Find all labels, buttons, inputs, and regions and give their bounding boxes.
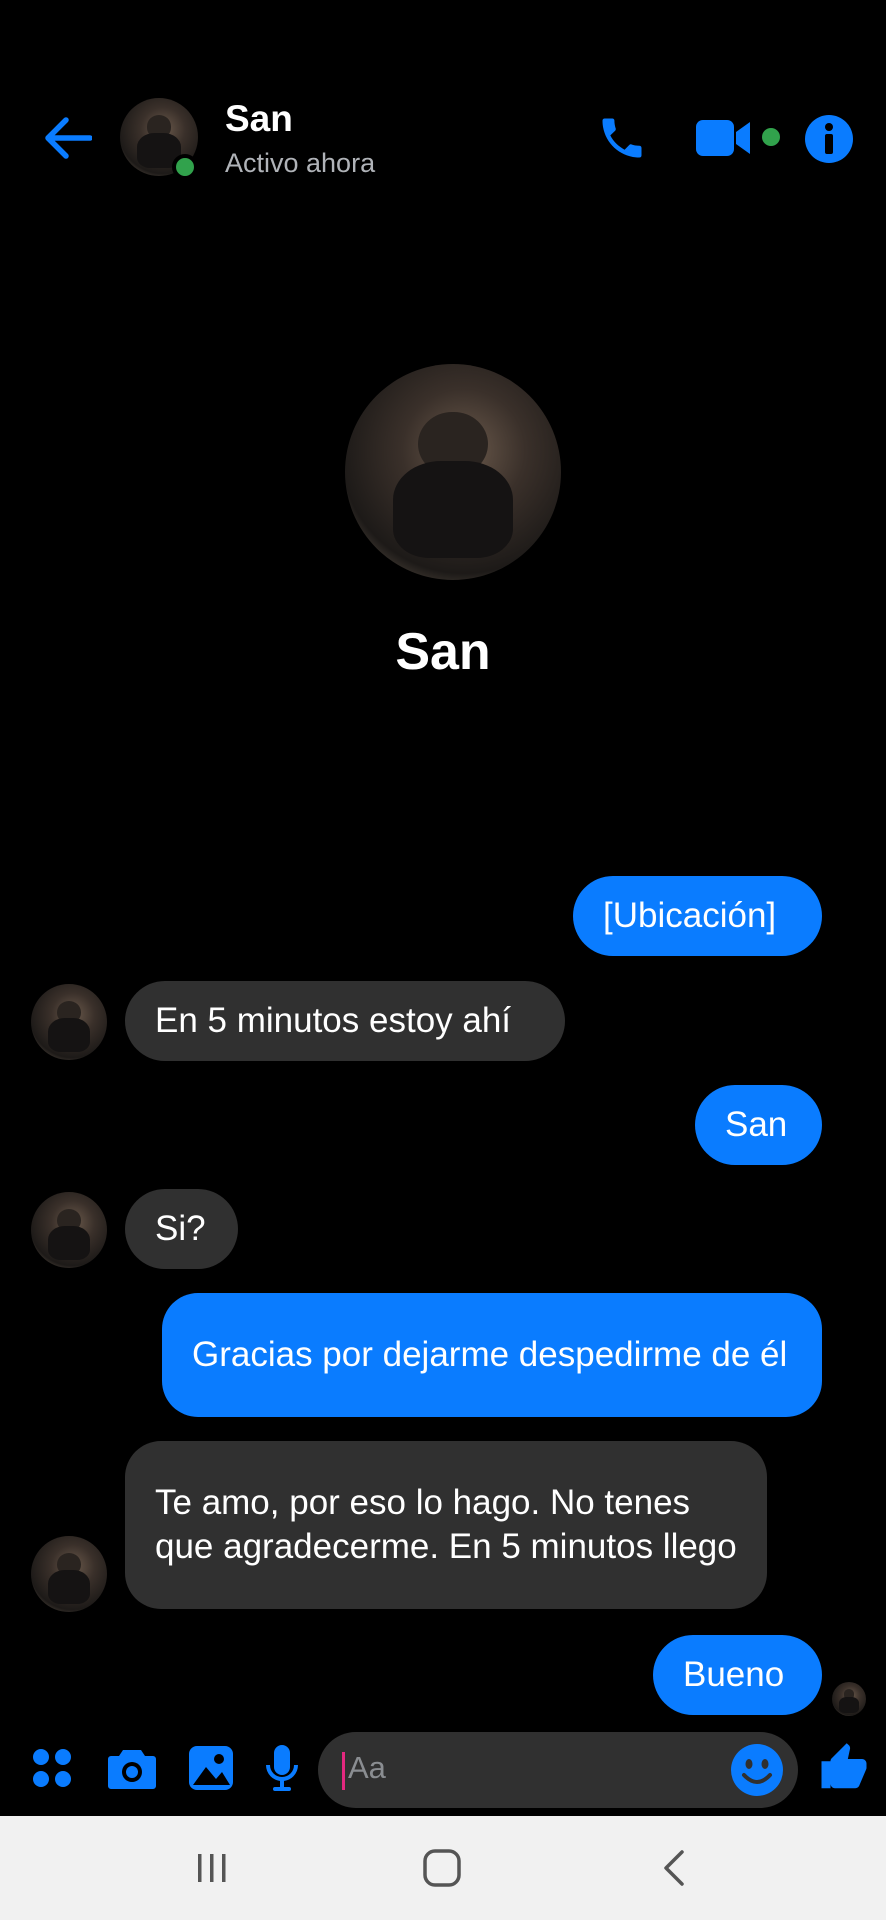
- message-composer: Aa: [0, 1716, 886, 1820]
- sender-avatar[interactable]: [31, 1192, 107, 1268]
- outgoing-message[interactable]: San: [695, 1085, 822, 1165]
- profile-avatar[interactable]: [345, 364, 561, 580]
- incoming-message[interactable]: Si?: [125, 1189, 238, 1269]
- profile-name: San: [395, 623, 491, 681]
- microphone-icon: [266, 1745, 298, 1791]
- message-placeholder: Aa: [348, 1750, 386, 1785]
- apps-icon: [33, 1749, 71, 1787]
- apps-button[interactable]: [30, 1746, 74, 1790]
- outgoing-message[interactable]: [Ubicación]: [573, 876, 822, 956]
- text-cursor: [342, 1752, 345, 1790]
- outgoing-message[interactable]: Gracias por dejarme despedirme de él: [162, 1293, 822, 1417]
- home-icon: [423, 1849, 461, 1887]
- sender-avatar[interactable]: [31, 1536, 107, 1612]
- voice-call-button[interactable]: [592, 108, 652, 168]
- recents-icon: [198, 1854, 226, 1882]
- home-button[interactable]: [412, 1842, 472, 1894]
- info-button[interactable]: [800, 110, 858, 168]
- like-button[interactable]: [816, 1740, 872, 1796]
- back-button[interactable]: [38, 108, 98, 168]
- incoming-message[interactable]: En 5 minutos estoy ahí: [125, 981, 565, 1061]
- system-navigation-bar: [0, 1816, 886, 1920]
- sender-avatar[interactable]: [31, 984, 107, 1060]
- video-active-indicator: [762, 128, 780, 146]
- thumbs-up-icon: [821, 1743, 867, 1789]
- contact-name[interactable]: San: [225, 98, 293, 140]
- gallery-button[interactable]: [187, 1744, 235, 1792]
- incoming-message[interactable]: Te amo, por eso lo hago. No tenes que ag…: [125, 1441, 767, 1609]
- microphone-button[interactable]: [264, 1742, 300, 1794]
- online-indicator: [172, 154, 198, 180]
- seen-avatar: [832, 1682, 866, 1716]
- info-icon: [805, 115, 853, 163]
- message-input[interactable]: Aa: [318, 1732, 798, 1808]
- back-arrow-icon: [45, 117, 92, 159]
- phone-icon: [602, 118, 642, 158]
- recents-button[interactable]: [182, 1842, 242, 1894]
- system-back-button[interactable]: [644, 1842, 704, 1894]
- back-icon: [664, 1850, 684, 1886]
- outgoing-message[interactable]: Bueno: [653, 1635, 822, 1715]
- emoji-button[interactable]: [730, 1743, 784, 1797]
- contact-status: Activo ahora: [225, 148, 376, 178]
- camera-icon: [108, 1750, 156, 1789]
- emoji-icon: [731, 1744, 783, 1796]
- video-camera-icon: [696, 120, 750, 156]
- gallery-icon: [189, 1746, 233, 1790]
- conversation-header: San Activo ahora: [0, 0, 886, 240]
- camera-button[interactable]: [106, 1744, 158, 1792]
